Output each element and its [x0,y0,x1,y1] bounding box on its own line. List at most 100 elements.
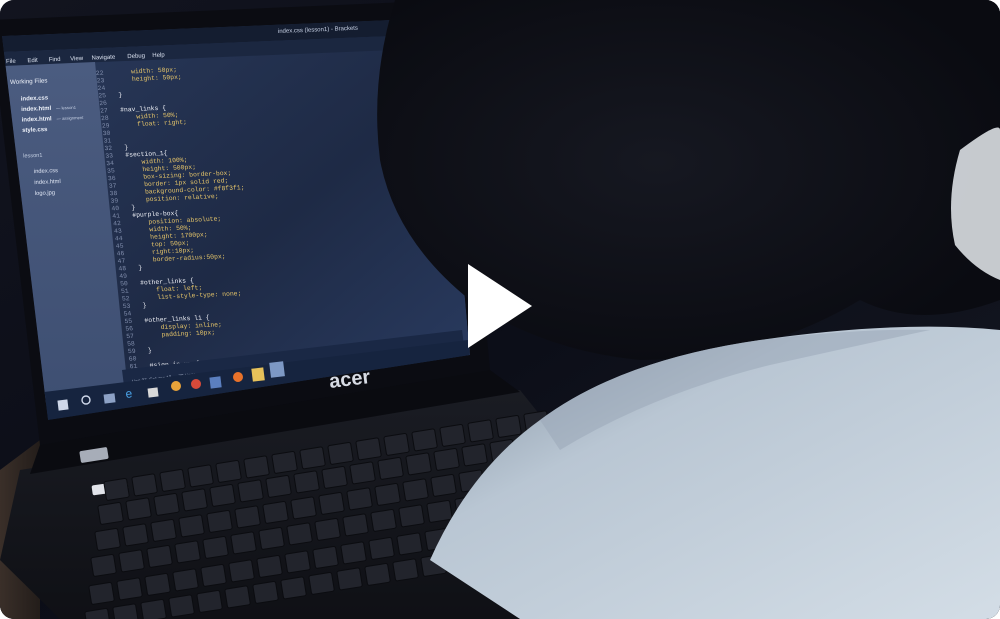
keyboard-key [327,442,354,465]
keyboard-key [258,527,285,550]
code-line-number: 37 [108,182,117,189]
keyboard-key [122,523,149,547]
keyboard-key [293,470,320,494]
sidebar-working-file: index.css [21,95,49,102]
keyboard-key [364,563,391,586]
editor-menu-item: Navigate [91,55,116,62]
keyboard-key [243,455,270,479]
code-line-number: 30 [102,130,111,137]
code-line-number: 46 [116,250,125,257]
keyboard-key [187,464,214,488]
play-button[interactable] [450,250,550,370]
keyboard-key [336,567,363,591]
editor-menu-item: Edit [27,58,38,64]
code-line-number: 40 [111,205,120,212]
keyboard-key [271,451,298,474]
code-line-number: 22 [95,70,104,77]
code-line-number: 57 [126,333,135,340]
code-line-number: 32 [104,145,113,152]
keyboard-key [172,568,199,592]
keyboard-key [181,488,208,512]
code-line-number: 43 [114,228,123,235]
keyboard-key [202,536,229,559]
code-line-number: 45 [115,243,124,250]
code-line-number: 31 [103,137,112,144]
keyboard-key [237,479,264,503]
sidebar-working-file: index.html [22,116,53,123]
code-line-number: 51 [121,288,130,295]
keyboard-key [402,478,429,502]
keyboard-key [377,457,404,480]
keyboard-key [196,590,223,613]
code-line-number: 54 [123,310,132,317]
keyboard-key [97,502,124,525]
keyboard-key [256,555,283,578]
keyboard-key [467,419,494,443]
keyboard-key [174,540,201,564]
sidebar-working-file-context: — lesson1 [56,105,77,111]
code-line-number: 52 [122,295,131,302]
keyboard-key [433,448,460,471]
keyboard-key [349,461,376,485]
keyboard-key [340,541,367,565]
keyboard-key [88,582,115,605]
keyboard-key [461,443,488,467]
keyboard-key [284,550,311,574]
keyboard-key [430,474,457,497]
keyboard-key [228,559,255,583]
video-thumbnail[interactable]: index.css (lesson1) - Brackets File Edit F… [0,0,1000,619]
keyboard-key [146,545,173,568]
code-line-number: 44 [115,235,124,242]
code-line-number: 60 [128,355,137,362]
code-line-number: 24 [97,85,106,92]
code-line-number: 39 [110,197,119,204]
keyboard-key [426,500,453,523]
keyboard-key [125,497,152,521]
keyboard-key [90,554,117,577]
code-line-number: 38 [109,190,118,197]
keyboard-key [178,514,205,538]
sidebar-project-file: index.html [34,179,61,186]
keyboard-key [396,532,423,556]
sidebar-working-file: style.css [22,127,48,134]
keyboard-key [355,437,382,461]
code-line-number: 59 [128,348,137,355]
code-line-number: 48 [118,265,127,272]
code-line-number: 53 [122,303,131,310]
keyboard-key [374,483,401,506]
keyboard-key [299,446,326,470]
code-line-number: 33 [105,152,114,159]
code-line-number: 23 [96,77,105,84]
keyboard-key [370,509,397,532]
keyboard-key [144,573,171,596]
code-line-number: 47 [117,258,126,265]
code-line-number: 25 [98,92,107,99]
keyboard-key [209,484,236,507]
code-line-number: 27 [100,107,109,114]
keyboard-key [159,469,186,492]
keyboard-key [342,513,369,537]
keyboard-key [168,594,195,618]
keyboard-key [153,493,180,516]
sidebar-project-file: logo.jpg [35,190,56,197]
keyboard-key [265,475,292,498]
code-line-number: 29 [102,122,111,129]
keyboard-key [321,466,348,489]
keyboard-key [280,576,307,600]
keyboard-key [368,537,395,560]
keyboard-key [200,564,227,587]
keyboard-key [439,424,466,447]
keyboard-key [262,501,289,524]
code-line-number: 35 [107,167,116,174]
keyboard-key [252,581,279,604]
code-line-number: 50 [120,280,129,287]
keyboard-key [206,510,233,533]
sidebar-project-file: index.css [34,168,58,175]
code-line-number: 26 [99,100,108,107]
keyboard-key [230,531,257,555]
keyboard-key [150,519,177,542]
code-line-number: 55 [124,318,133,325]
code-line-number: 56 [125,325,134,332]
keyboard-key [308,572,335,595]
keyboard-key [411,428,438,452]
